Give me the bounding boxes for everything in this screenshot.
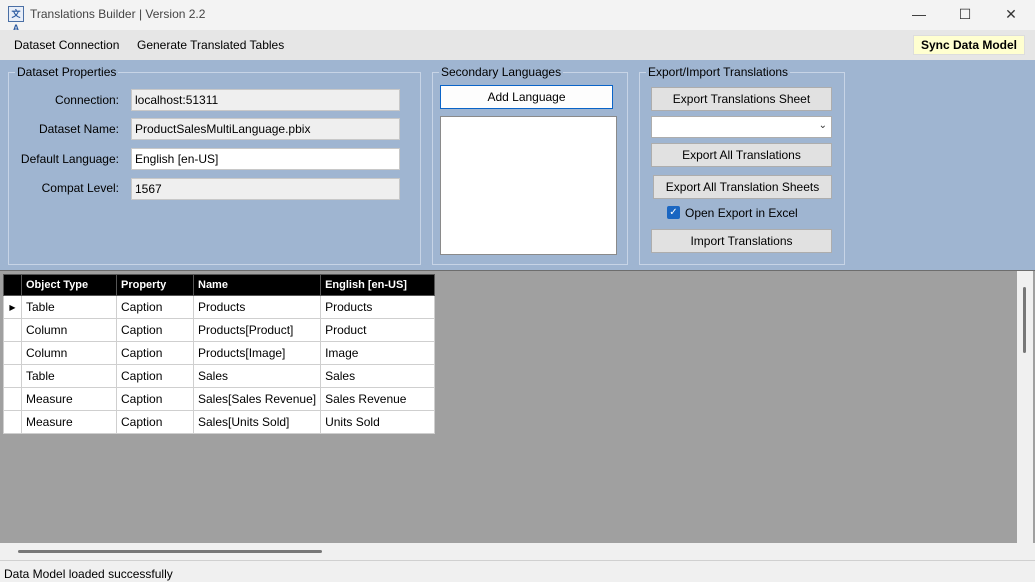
cell-object-type[interactable]: Table [22,365,117,388]
cell-name[interactable]: Products [194,296,321,319]
cell-english[interactable]: Product [321,319,435,342]
vertical-scroll-thumb[interactable] [1023,287,1026,353]
table-row[interactable]: Measure Caption Sales[Units Sold] Units … [4,411,435,434]
default-language-field[interactable]: English [en-US] [131,148,400,170]
grid-vertical-scrollbar[interactable] [1017,271,1033,543]
export-import-group: Export/Import Translations Export Transl… [639,72,845,265]
secondary-languages-list[interactable] [440,116,617,255]
default-language-label: Default Language: [9,152,119,166]
cell-property[interactable]: Caption [117,365,194,388]
secondary-languages-group: Secondary Languages Add Language [432,72,628,265]
row-selector[interactable] [4,388,22,411]
menu-bar: Dataset Connection Generate Translated T… [0,30,1035,60]
grid-corner-cell [4,275,22,296]
translations-grid-area: Object Type Property Name English [en-US… [0,270,1035,560]
cell-name[interactable]: Products[Product] [194,319,321,342]
translations-grid[interactable]: Object Type Property Name English [en-US… [3,274,435,434]
secondary-languages-title: Secondary Languages [439,65,563,79]
sync-data-model-button[interactable]: Sync Data Model [913,35,1025,55]
cell-english[interactable]: Products [321,296,435,319]
cell-object-type[interactable]: Measure [22,411,117,434]
language-select[interactable]: ⌄ [651,116,832,138]
export-all-translations-button[interactable]: Export All Translations [651,143,832,167]
cell-name[interactable]: Sales[Sales Revenue] [194,388,321,411]
title-bar: 文A Translations Builder | Version 2.2 — … [0,0,1035,30]
cell-property[interactable]: Caption [117,319,194,342]
dataset-name-field[interactable]: ProductSalesMultiLanguage.pbix [131,118,400,140]
export-translations-sheet-button[interactable]: Export Translations Sheet [651,87,832,111]
compat-level-field[interactable]: 1567 [131,178,400,200]
add-language-button[interactable]: Add Language [440,85,613,109]
dataset-name-label: Dataset Name: [9,122,119,136]
column-header-english[interactable]: English [en-US] [321,275,435,296]
compat-level-label: Compat Level: [9,181,119,195]
cell-english[interactable]: Sales Revenue [321,388,435,411]
cell-property[interactable]: Caption [117,388,194,411]
cell-name[interactable]: Sales[Units Sold] [194,411,321,434]
open-export-in-excel-label[interactable]: Open Export in Excel [685,206,798,220]
column-header-property[interactable]: Property [117,275,194,296]
status-bar: Data Model loaded successfully [0,560,1035,582]
horizontal-scroll-thumb[interactable] [18,550,322,553]
row-selector[interactable] [4,319,22,342]
menu-dataset-connection[interactable]: Dataset Connection [14,38,119,52]
cell-english[interactable]: Image [321,342,435,365]
maximize-button[interactable]: ☐ [942,0,988,30]
status-text: Data Model loaded successfully [4,567,173,581]
table-row[interactable]: Column Caption Products[Product] Product [4,319,435,342]
row-selector[interactable] [4,342,22,365]
cell-name[interactable]: Sales [194,365,321,388]
cell-property[interactable]: Caption [117,411,194,434]
table-row[interactable]: Measure Caption Sales[Sales Revenue] Sal… [4,388,435,411]
dataset-properties-group: Dataset Properties Connection: localhost… [8,72,421,265]
window-title: Translations Builder | Version 2.2 [30,7,205,21]
app-translate-icon: 文A [8,6,24,22]
export-all-translation-sheets-button[interactable]: Export All Translation Sheets [653,175,832,199]
table-row[interactable]: Column Caption Products[Image] Image [4,342,435,365]
dataset-properties-title: Dataset Properties [15,65,118,79]
import-translations-button[interactable]: Import Translations [651,229,832,253]
column-header-name[interactable]: Name [194,275,321,296]
cell-object-type[interactable]: Column [22,319,117,342]
cell-object-type[interactable]: Measure [22,388,117,411]
cell-property[interactable]: Caption [117,342,194,365]
properties-panel: Dataset Properties Connection: localhost… [0,60,1035,270]
row-selector-icon[interactable]: ▶ [4,296,22,319]
chevron-down-icon: ⌄ [819,120,827,131]
close-button[interactable]: ✕ [988,0,1034,30]
row-selector[interactable] [4,365,22,388]
cell-english[interactable]: Sales [321,365,435,388]
table-row[interactable]: ▶ Table Caption Products Products [4,296,435,319]
export-import-title: Export/Import Translations [646,65,790,79]
cell-object-type[interactable]: Column [22,342,117,365]
cell-object-type[interactable]: Table [22,296,117,319]
grid-header-row: Object Type Property Name English [en-US… [4,275,435,296]
grid-horizontal-scrollbar[interactable] [0,543,1035,560]
menu-generate-translated-tables[interactable]: Generate Translated Tables [137,38,284,52]
row-selector[interactable] [4,411,22,434]
cell-property[interactable]: Caption [117,296,194,319]
table-row[interactable]: Table Caption Sales Sales [4,365,435,388]
column-header-object-type[interactable]: Object Type [22,275,117,296]
cell-name[interactable]: Products[Image] [194,342,321,365]
connection-label: Connection: [9,93,119,107]
minimize-button[interactable]: — [896,0,942,30]
open-export-in-excel-checkbox[interactable]: ✓ [667,206,680,219]
connection-field[interactable]: localhost:51311 [131,89,400,111]
cell-english[interactable]: Units Sold [321,411,435,434]
